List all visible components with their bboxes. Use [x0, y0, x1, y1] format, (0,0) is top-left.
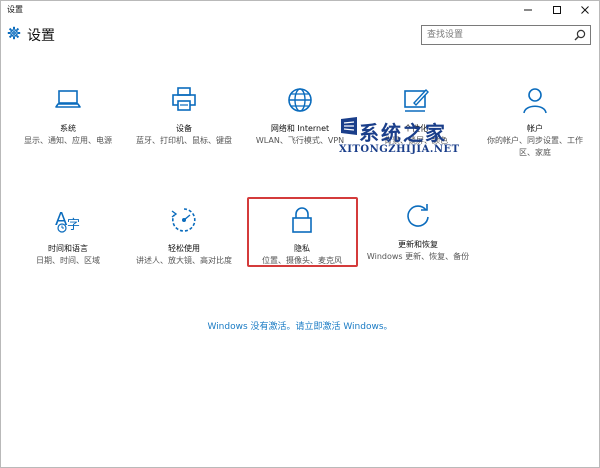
window-title: 设置 — [7, 5, 23, 14]
tile-time-language-desc: 日期、时间、区域 — [36, 256, 100, 265]
printer-icon — [172, 87, 196, 111]
watermark: 系统之家 XITONGZHIJIA.NET — [339, 111, 539, 161]
maximize-button[interactable] — [542, 1, 572, 19]
time-language-icon: A 字 — [55, 209, 80, 233]
tile-devices-desc: 蓝牙、打印机、鼠标、键盘 — [136, 136, 232, 145]
refresh-icon — [407, 204, 429, 227]
maximize-icon — [553, 6, 561, 14]
page-title: 设置 — [27, 28, 55, 44]
svg-text:字: 字 — [67, 218, 80, 233]
watermark-title: 系统之家 — [359, 121, 447, 145]
watermark-logo-icon — [341, 117, 357, 135]
search-box[interactable] — [421, 25, 591, 45]
tile-time-language-name: 时间和语言 — [48, 244, 88, 253]
watermark-subtitle: XITONGZHIJIA.NET — [339, 144, 460, 155]
ease-of-access-icon — [171, 208, 196, 232]
tile-update-recovery-name: 更新和恢复 — [398, 240, 438, 249]
activation-notice[interactable]: Windows 没有激活。请立即激活 Windows。 — [1, 319, 599, 332]
search-icon[interactable] — [574, 29, 586, 41]
globe-icon — [288, 88, 312, 112]
tile-ease-of-access-desc: 讲述人、放大镜、高对比度 — [136, 256, 232, 265]
tile-update-recovery[interactable]: 更新和恢复 Windows 更新、恢复、备份 — [363, 201, 473, 287]
tile-devices[interactable]: 设备 蓝牙、打印机、鼠标、键盘 — [129, 85, 239, 171]
gear-icon — [7, 26, 21, 40]
privacy-highlight-box — [247, 197, 358, 267]
laptop-icon — [55, 90, 81, 108]
title-bar: 设置 — [1, 1, 599, 19]
minimize-icon — [524, 9, 532, 11]
tile-system-name: 系统 — [60, 124, 76, 133]
tile-ease-of-access[interactable]: 轻松使用 讲述人、放大镜、高对比度 — [129, 205, 239, 291]
tile-system-desc: 显示、通知、应用、电源 — [24, 136, 112, 145]
tile-update-recovery-desc: Windows 更新、恢复、备份 — [366, 252, 470, 261]
close-button[interactable] — [570, 1, 600, 19]
search-input[interactable] — [427, 28, 567, 42]
tile-devices-name: 设备 — [176, 124, 192, 133]
settings-window: 设置 设置 查找设置 系统 显示、通知、应用、电源 设备 蓝牙、打印机、鼠标、键… — [0, 0, 600, 468]
tile-time-language[interactable]: A 字 时间和语言 日期、时间、区域 — [13, 205, 123, 291]
minimize-button[interactable] — [513, 1, 543, 19]
activation-link[interactable]: Windows 没有激活。请立即激活 Windows。 — [207, 322, 392, 332]
tile-system[interactable]: 系统 显示、通知、应用、电源 — [13, 85, 123, 171]
close-icon — [581, 6, 589, 14]
tile-ease-of-access-name: 轻松使用 — [168, 244, 200, 253]
